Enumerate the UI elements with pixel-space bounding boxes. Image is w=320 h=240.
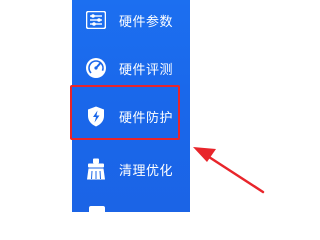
sliders-icon: [85, 9, 107, 31]
screenshot-stage: 硬件参数 硬件评测 硬件防护 清理优化: [0, 0, 294, 212]
sidebar-item-hardware-benchmark[interactable]: 硬件评测: [72, 48, 190, 88]
sidebar-item-clean-optimize[interactable]: 清理优化: [72, 149, 190, 189]
partial-next-item-icon: [89, 206, 105, 212]
sidebar-item-hardware-params[interactable]: 硬件参数: [72, 0, 190, 40]
sidebar-item-label: 硬件评测: [119, 62, 174, 78]
sidebar-item-label: 硬件参数: [119, 14, 174, 30]
sidebar-item-label: 清理优化: [119, 163, 174, 179]
speedometer-icon: [85, 57, 107, 79]
annotation-highlight-box: [70, 85, 180, 140]
broom-icon: [85, 158, 107, 180]
